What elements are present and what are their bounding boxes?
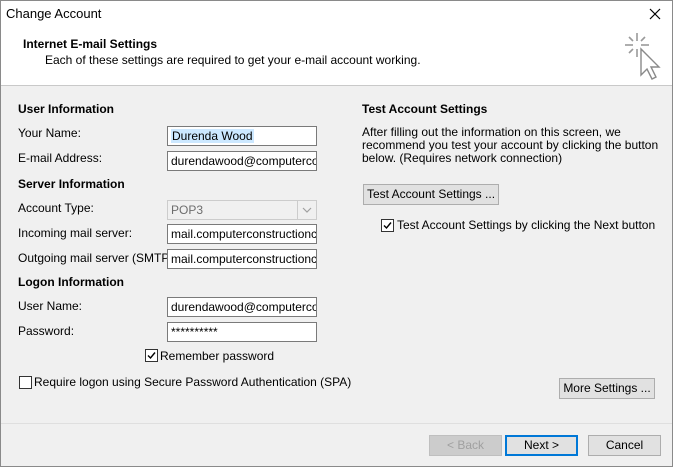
server-info-heading: Server Information	[18, 177, 125, 191]
user-info-heading: User Information	[18, 102, 115, 116]
change-account-dialog: Change Account Internet E-mail Settings …	[0, 0, 673, 467]
wizard-sparkle-cursor-icon	[625, 33, 661, 80]
header-title: Internet E-mail Settings	[23, 37, 158, 51]
checkmark-icon	[147, 352, 156, 360]
your-name-value: Durenda Wood	[171, 129, 254, 143]
user-name-label: User Name:	[18, 299, 83, 313]
footer-divider	[1, 423, 672, 424]
user-name-field[interactable]: durendawood@computercons	[167, 297, 317, 317]
title-bar: Change Account	[1, 1, 672, 27]
window-title: Change Account	[6, 6, 102, 21]
checkmark-icon	[383, 222, 392, 230]
outgoing-server-field[interactable]: mail.computerconstructionco.c	[167, 249, 317, 269]
test-description-line3: below. (Requires network connection)	[362, 151, 563, 165]
remember-password-label[interactable]: Remember password	[160, 349, 274, 363]
password-field[interactable]: **********	[167, 322, 317, 342]
spa-checkbox[interactable]	[19, 376, 32, 389]
dialog-header: Internet E-mail Settings Each of these s…	[1, 27, 672, 86]
outgoing-server-label: Outgoing mail server (SMTP):	[18, 251, 177, 265]
incoming-server-label: Incoming mail server:	[18, 226, 133, 240]
spa-label[interactable]: Require logon using Secure Password Auth…	[34, 375, 351, 389]
password-label: Password:	[18, 324, 75, 338]
test-settings-heading: Test Account Settings	[362, 102, 488, 116]
more-settings-button[interactable]: More Settings ...	[559, 378, 655, 399]
header-subtitle: Each of these settings are required to g…	[45, 53, 421, 67]
chevron-down-icon	[297, 201, 312, 219]
email-address-field[interactable]: durendawood@computercons	[167, 151, 317, 171]
next-button[interactable]: Next >	[505, 435, 578, 456]
auto-test-checkbox[interactable]	[381, 219, 394, 232]
account-type-label: Account Type:	[18, 201, 94, 215]
remember-password-checkbox[interactable]	[145, 349, 158, 362]
account-type-select[interactable]: POP3	[167, 200, 317, 220]
email-address-label: E-mail Address:	[18, 151, 103, 165]
your-name-field[interactable]: Durenda Wood	[167, 126, 317, 146]
incoming-server-field[interactable]: mail.computerconstructionco.c	[167, 224, 317, 244]
test-account-settings-button[interactable]: Test Account Settings ...	[363, 184, 499, 205]
close-icon	[649, 8, 661, 20]
your-name-label: Your Name:	[18, 126, 81, 140]
logon-info-heading: Logon Information	[18, 275, 124, 289]
back-button[interactable]: < Back	[429, 435, 502, 456]
cancel-button[interactable]: Cancel	[588, 435, 661, 456]
close-button[interactable]	[638, 1, 672, 27]
account-type-value: POP3	[171, 203, 204, 217]
auto-test-label[interactable]: Test Account Settings by clicking the Ne…	[397, 218, 655, 232]
